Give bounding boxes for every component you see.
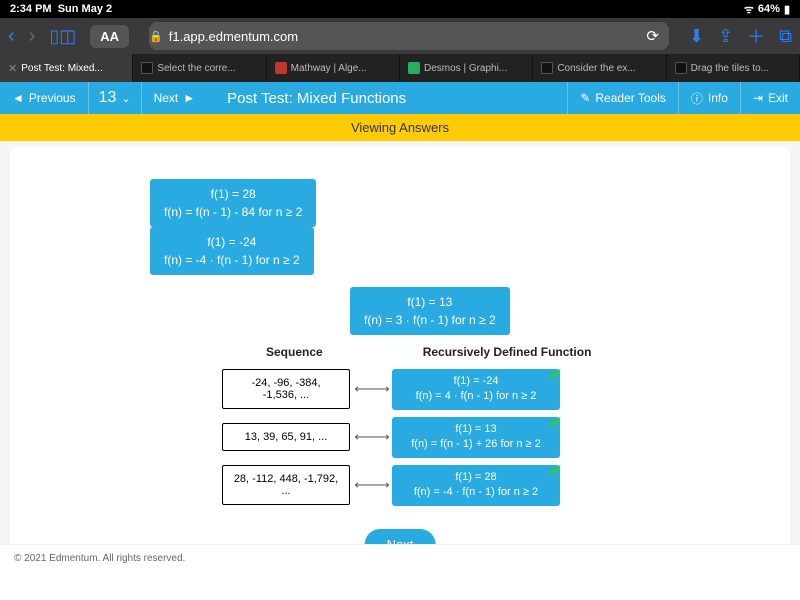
answer-line2: f(n) = f(n - 1) + 26 for n ≥ 2 bbox=[404, 437, 548, 452]
option-tile-2[interactable]: f(1) = -24 f(n) = -4 · f(n - 1) for n ≥ … bbox=[150, 227, 314, 275]
match-row-3: 28, -112, 448, -1,792, ... ⟵⟶ ✔ f(1) = 2… bbox=[222, 465, 560, 506]
favicon-icon bbox=[541, 62, 553, 74]
wand-icon: ✎ bbox=[580, 91, 590, 105]
tab-0[interactable]: ✕ Post Test: Mixed... bbox=[0, 54, 133, 82]
tab-label: Mathway | Alge... bbox=[291, 63, 367, 74]
next-label: Next bbox=[154, 91, 179, 105]
next-button[interactable]: Next ► bbox=[141, 82, 208, 114]
arrow-icon: ⟵⟶ bbox=[350, 381, 392, 397]
sequence-box[interactable]: -24, -96, -384, -1,536, ... bbox=[222, 369, 350, 409]
favicon-icon bbox=[141, 62, 153, 74]
answer-line1: f(1) = -24 bbox=[404, 374, 548, 389]
option-tile-3[interactable]: f(1) = 13 f(n) = 3 · f(n - 1) for n ≥ 2 bbox=[350, 287, 510, 335]
option-line1: f(1) = -24 bbox=[164, 233, 300, 251]
option-tile-1[interactable]: f(1) = 28 f(n) = f(n - 1) - 84 for n ≥ 2 bbox=[150, 179, 316, 227]
info-button[interactable]: ⓘ Info bbox=[678, 82, 740, 114]
question-card: f(1) = 28 f(n) = f(n - 1) - 84 for n ≥ 2… bbox=[10, 147, 790, 572]
footer: © 2021 Edmentum. All rights reserved. bbox=[0, 544, 800, 572]
reload-icon[interactable]: ⟳ bbox=[646, 27, 669, 45]
tab-4[interactable]: Consider the ex... bbox=[533, 54, 666, 82]
sequence-header: Sequence bbox=[266, 345, 323, 359]
answer-box[interactable]: ✔ f(1) = 13 f(n) = f(n - 1) + 26 for n ≥… bbox=[392, 417, 560, 458]
option-line2: f(n) = f(n - 1) - 84 for n ≥ 2 bbox=[164, 203, 302, 221]
share-icon[interactable]: ⇪ bbox=[718, 26, 733, 47]
back-button[interactable]: ‹ bbox=[8, 25, 15, 48]
tab-label: Consider the ex... bbox=[557, 63, 635, 74]
bookmarks-icon[interactable]: ▯◫ bbox=[49, 26, 76, 47]
option-line2: f(n) = 3 · f(n - 1) for n ≥ 2 bbox=[364, 311, 496, 329]
match-row-2: 13, 39, 65, 91, ... ⟵⟶ ✔ f(1) = 13 f(n) … bbox=[222, 417, 560, 458]
battery-icon: ▮ bbox=[784, 3, 790, 16]
match-headers: Sequence Recursively Defined Function bbox=[10, 345, 790, 359]
download-icon[interactable]: ⬇ bbox=[689, 26, 704, 47]
answer-line1: f(1) = 13 bbox=[404, 422, 548, 437]
favicon-icon bbox=[675, 62, 687, 74]
status-bar: 2:34 PM Sun May 2 ᯤ 64% ▮ bbox=[0, 0, 800, 18]
status-right: ᯤ 64% ▮ bbox=[744, 2, 790, 17]
answer-box[interactable]: ✔ f(1) = 28 f(n) = -4 · f(n - 1) for n ≥… bbox=[392, 465, 560, 506]
arrow-icon: ⟵⟶ bbox=[350, 477, 392, 493]
option-line1: f(1) = 28 bbox=[164, 185, 302, 203]
reader-tools-button[interactable]: ✎ Reader Tools bbox=[567, 82, 678, 114]
tab-2[interactable]: Mathway | Alge... bbox=[267, 54, 400, 82]
tab-label: Select the corre... bbox=[157, 63, 235, 74]
page-title: Post Test: Mixed Functions bbox=[207, 90, 406, 107]
battery-label: 64% bbox=[758, 3, 780, 15]
reader-label: Reader Tools bbox=[595, 91, 666, 105]
url-bar[interactable]: 🔒 f1.app.edmentum.com ⟳ bbox=[149, 22, 669, 50]
tab-label: Post Test: Mixed... bbox=[21, 63, 103, 74]
tab-3[interactable]: Desmos | Graphi... bbox=[400, 54, 533, 82]
tab-strip: ✕ Post Test: Mixed... Select the corre...… bbox=[0, 54, 800, 82]
info-label: Info bbox=[708, 91, 728, 105]
info-icon: ⓘ bbox=[691, 90, 703, 107]
sequence-box[interactable]: 28, -112, 448, -1,792, ... bbox=[222, 465, 350, 505]
app-bar: ◄ Previous 13⌄ Next ► Post Test: Mixed Fun… bbox=[0, 82, 800, 114]
text-size-button[interactable]: AA bbox=[90, 25, 129, 48]
favicon-icon bbox=[408, 62, 420, 74]
arrow-icon: ⟵⟶ bbox=[350, 429, 392, 445]
match-row-1: -24, -96, -384, -1,536, ... ⟵⟶ ✔ f(1) = … bbox=[222, 369, 560, 410]
tab-5[interactable]: Drag the tiles to... bbox=[667, 54, 800, 82]
check-icon: ✔ bbox=[549, 461, 562, 483]
chevron-right-icon: ► bbox=[183, 91, 195, 105]
url-text: f1.app.edmentum.com bbox=[169, 29, 298, 44]
exit-icon: ⇥ bbox=[753, 91, 763, 105]
close-icon[interactable]: ✕ bbox=[8, 62, 17, 75]
question-number[interactable]: 13⌄ bbox=[88, 82, 141, 114]
browser-toolbar: ‹ › ▯◫ AA 🔒 f1.app.edmentum.com ⟳ ⬇ ⇪ ＋ … bbox=[0, 18, 800, 54]
tab-1[interactable]: Select the corre... bbox=[133, 54, 266, 82]
content-area: f(1) = 28 f(n) = f(n - 1) - 84 for n ≥ 2… bbox=[0, 141, 800, 572]
favicon-icon bbox=[275, 62, 287, 74]
tab-label: Desmos | Graphi... bbox=[424, 63, 507, 74]
tabs-icon[interactable]: ⧉ bbox=[779, 26, 792, 47]
check-icon: ✔ bbox=[549, 413, 562, 435]
status-time: 2:34 PM Sun May 2 bbox=[10, 3, 112, 15]
chevron-down-icon: ⌄ bbox=[121, 92, 130, 105]
lock-icon: 🔒 bbox=[149, 30, 163, 43]
answer-box[interactable]: ✔ f(1) = -24 f(n) = 4 · f(n - 1) for n ≥… bbox=[392, 369, 560, 410]
previous-button[interactable]: ◄ Previous bbox=[0, 82, 88, 114]
option-line1: f(1) = 13 bbox=[364, 293, 496, 311]
answer-line1: f(1) = 28 bbox=[404, 470, 548, 485]
tab-label: Drag the tiles to... bbox=[691, 63, 769, 74]
wifi-icon: ᯤ bbox=[744, 2, 754, 17]
check-icon: ✔ bbox=[549, 365, 562, 387]
exit-label: Exit bbox=[768, 91, 788, 105]
new-tab-icon[interactable]: ＋ bbox=[747, 23, 765, 49]
sequence-box[interactable]: 13, 39, 65, 91, ... bbox=[222, 423, 350, 451]
function-header: Recursively Defined Function bbox=[423, 345, 592, 359]
prev-label: Previous bbox=[29, 91, 76, 105]
option-line2: f(n) = -4 · f(n - 1) for n ≥ 2 bbox=[164, 251, 300, 269]
exit-button[interactable]: ⇥ Exit bbox=[740, 82, 800, 114]
answer-line2: f(n) = -4 · f(n - 1) for n ≥ 2 bbox=[404, 485, 548, 500]
answer-line2: f(n) = 4 · f(n - 1) for n ≥ 2 bbox=[404, 389, 548, 404]
forward-button[interactable]: › bbox=[29, 25, 36, 48]
chevron-left-icon: ◄ bbox=[12, 91, 24, 105]
viewing-banner: Viewing Answers bbox=[0, 114, 800, 141]
